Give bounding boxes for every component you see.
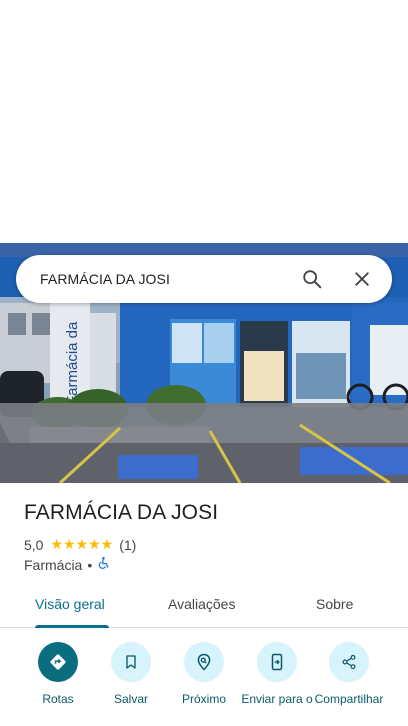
search-bar[interactable]: FARMÁCIA DA JOSI [16, 255, 392, 303]
action-buttons-row: Rotas Salvar Próximo Enviar para o Compa… [0, 640, 408, 726]
directions-label: Rotas [42, 692, 74, 706]
share-label: Compartilhar [314, 692, 384, 706]
separator-dot: • [87, 556, 93, 573]
tab-about[interactable]: Sobre [316, 596, 353, 612]
nearby-icon[interactable] [184, 642, 224, 682]
bookmark-icon[interactable] [111, 642, 151, 682]
place-category: Farmácia [24, 556, 83, 573]
nearby-button[interactable]: Próximo [164, 642, 244, 706]
wheelchair-icon[interactable] [97, 556, 111, 573]
save-label: Salvar [113, 692, 148, 706]
share-icon[interactable] [329, 642, 369, 682]
send-to-phone-button[interactable]: Enviar para o [237, 642, 317, 706]
directions-icon[interactable] [38, 642, 78, 682]
send-to-phone-icon[interactable] [257, 642, 297, 682]
storefront-sign-text: Farmácia da [64, 321, 81, 405]
search-icon[interactable] [300, 267, 324, 291]
rating-row[interactable]: 5,0 ★★★★★ (1) [24, 536, 136, 553]
category-row: Farmácia • [24, 556, 111, 573]
search-query-text[interactable]: FARMÁCIA DA JOSI [40, 271, 392, 287]
directions-button[interactable]: Rotas [18, 642, 98, 706]
save-button[interactable]: Salvar [91, 642, 171, 706]
nearby-label: Próximo [181, 692, 226, 706]
tab-reviews[interactable]: Avaliações [168, 596, 235, 612]
close-icon[interactable] [350, 267, 374, 291]
place-tabs: Visão geral Avaliações Sobre [0, 584, 408, 628]
rating-value: 5,0 [24, 536, 44, 553]
share-button[interactable]: Compartilhar [309, 642, 389, 706]
review-count[interactable]: (1) [119, 537, 136, 553]
tab-overview[interactable]: Visão geral [35, 596, 105, 612]
place-title: FARMÁCIA DA JOSI [24, 501, 219, 524]
active-tab-indicator [35, 625, 109, 628]
map-blank-area [0, 0, 408, 243]
send-to-phone-label: Enviar para o [241, 692, 313, 706]
star-rating-icons: ★★★★★ [50, 536, 114, 552]
